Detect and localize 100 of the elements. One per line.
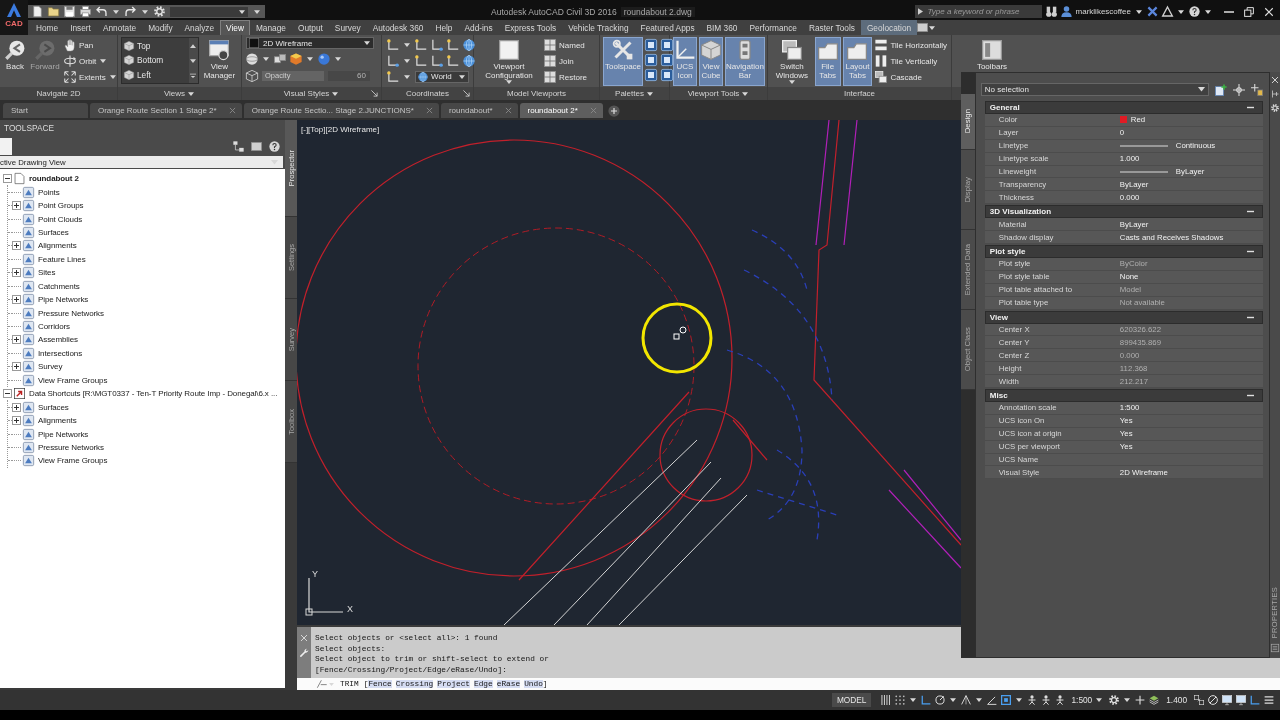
tree-item[interactable]: Data Shortcuts [R:\MGT0337 - Ten-T Priority Route Imp - Donegal\6.x ... (29, 389, 278, 399)
ribbon-tab[interactable]: Geolocation (860, 20, 918, 35)
help-icon[interactable] (1189, 6, 1200, 17)
view-list-item[interactable]: Left (124, 69, 187, 80)
launcher-arrow-icon[interactable] (463, 90, 470, 97)
ribbon-tab[interactable]: Survey (328, 20, 367, 35)
blank-field[interactable] (0, 137, 12, 155)
ribbon-tab[interactable]: Performance (743, 20, 803, 35)
ribbon-tab[interactable]: Annotate (96, 20, 143, 35)
minus-icon[interactable] (1246, 104, 1254, 111)
caret-icon[interactable] (742, 91, 749, 96)
caret-icon[interactable] (1016, 698, 1023, 702)
ucs-axis-icon[interactable] (387, 38, 399, 51)
ribbon-button[interactable]: Tile Vertically (874, 54, 948, 68)
caret-icon[interactable] (646, 91, 653, 96)
tree-item[interactable]: Point Clouds (38, 214, 83, 224)
caret-icon[interactable] (404, 42, 410, 47)
file-tab[interactable]: roundabout 2* (519, 103, 603, 118)
tree-item[interactable]: Surfaces (38, 402, 69, 412)
minus-icon[interactable] (1246, 248, 1254, 255)
tree-item[interactable]: Catchments (38, 281, 80, 291)
caret-icon[interactable] (307, 57, 313, 61)
caret-icon[interactable] (1096, 698, 1103, 702)
tree-item[interactable]: Alignments (38, 416, 77, 426)
tree-item[interactable]: Corridors (38, 322, 70, 332)
ribbon-tab[interactable]: Modify (142, 20, 179, 35)
ribbon-button[interactable]: Tile Horizontally (874, 38, 948, 52)
section-header[interactable]: 3D Visualization (984, 205, 1263, 219)
caret-icon[interactable] (1205, 9, 1211, 14)
palette-tile-icon[interactable] (645, 39, 658, 51)
ribbon-tab[interactable]: Express Tools (498, 20, 563, 35)
figure-icon[interactable] (1055, 695, 1066, 705)
tree-item[interactable]: Pressure Networks (38, 308, 104, 318)
tree-item[interactable]: Surfaces (38, 227, 69, 237)
isometric-icon[interactable] (961, 695, 972, 705)
tree-item[interactable]: Pressure Networks (38, 442, 104, 452)
wrench-icon[interactable] (299, 648, 309, 657)
right-angle-icon[interactable] (921, 695, 932, 705)
gear-icon[interactable] (1270, 104, 1279, 112)
ribbon-tab[interactable]: Manage (249, 20, 292, 35)
caret-icon[interactable] (506, 80, 512, 84)
sphere-icon[interactable] (246, 53, 258, 65)
annotation-scale-button[interactable]: 1:500 (1069, 693, 1106, 707)
ribbon-button[interactable]: Extents (63, 70, 118, 84)
ribbon-button[interactable]: Named (543, 38, 588, 52)
tree-item[interactable]: Survey (38, 362, 63, 372)
user-icon[interactable] (1060, 6, 1072, 17)
ucs-dropdown[interactable]: World (415, 70, 469, 83)
monitor-icon[interactable] (1222, 695, 1232, 705)
caret-icon[interactable] (404, 58, 410, 63)
tree-item[interactable]: Alignments (38, 241, 77, 251)
expand-arrow-icon[interactable] (917, 8, 923, 15)
menu-icon[interactable] (1264, 695, 1274, 705)
minus-box-icon[interactable] (3, 174, 12, 184)
ucs-axis-icon[interactable] (387, 54, 399, 67)
visual-style-dropdown[interactable]: 2D Wireframe (246, 37, 374, 49)
plus-box-icon[interactable] (12, 268, 21, 278)
caret-icon[interactable] (1124, 698, 1131, 702)
model-space-button[interactable]: MODEL (831, 693, 872, 707)
section-header[interactable]: General (984, 101, 1263, 114)
caret-icon[interactable] (335, 57, 341, 61)
ucs-axis-icon[interactable] (431, 54, 443, 67)
tree-item[interactable]: Points (38, 187, 60, 197)
figure-icon[interactable] (1041, 695, 1052, 705)
ribbon-button[interactable]: Restore (543, 70, 588, 84)
ball-icon[interactable] (318, 53, 330, 65)
views-list[interactable]: Top Bottom Left (121, 37, 199, 84)
quick-select-icon[interactable] (1250, 83, 1263, 96)
ucs-axis-icon[interactable] (387, 70, 399, 83)
snap-dots-icon[interactable] (895, 695, 906, 705)
pin-icon[interactable] (1270, 90, 1279, 98)
application-menu-button[interactable]: CAD (0, 0, 28, 35)
figure-icon[interactable] (1027, 695, 1038, 705)
circle-slash-icon[interactable] (1208, 695, 1218, 705)
tree-item[interactable]: Feature Lines (38, 254, 86, 264)
undo-icon[interactable] (96, 6, 107, 17)
caret-icon[interactable] (188, 91, 195, 96)
shaded-cube-icon[interactable] (290, 53, 302, 65)
caret-icon[interactable] (1178, 9, 1184, 14)
plus-icon[interactable] (1135, 695, 1146, 705)
grid-display-icon[interactable] (881, 695, 892, 705)
tree-item[interactable]: Intersections (38, 348, 83, 358)
redo-icon[interactable] (125, 6, 136, 17)
caret-icon[interactable] (109, 75, 116, 79)
command-prompt-icon[interactable] (317, 679, 327, 689)
ribbon-tab[interactable]: Insert (64, 20, 97, 35)
plus-box-icon[interactable] (12, 335, 21, 345)
caret-icon[interactable] (929, 25, 936, 30)
ribbon-button[interactable]: Cascade (874, 70, 948, 84)
palette-tile-icon[interactable] (645, 54, 658, 66)
ribbon-tab[interactable]: BIM 360 (700, 20, 744, 35)
caret-icon[interactable] (239, 9, 245, 14)
ucs-axis-icon[interactable] (447, 54, 459, 67)
binoculars-icon[interactable] (1045, 6, 1057, 17)
view-list-item[interactable]: Top (124, 41, 187, 52)
caret-icon[interactable] (1197, 87, 1205, 92)
plus-box-icon[interactable] (12, 295, 21, 305)
palette-tile-icon[interactable] (661, 69, 674, 81)
gear-icon[interactable] (1109, 695, 1120, 705)
help-icon[interactable] (269, 140, 280, 152)
